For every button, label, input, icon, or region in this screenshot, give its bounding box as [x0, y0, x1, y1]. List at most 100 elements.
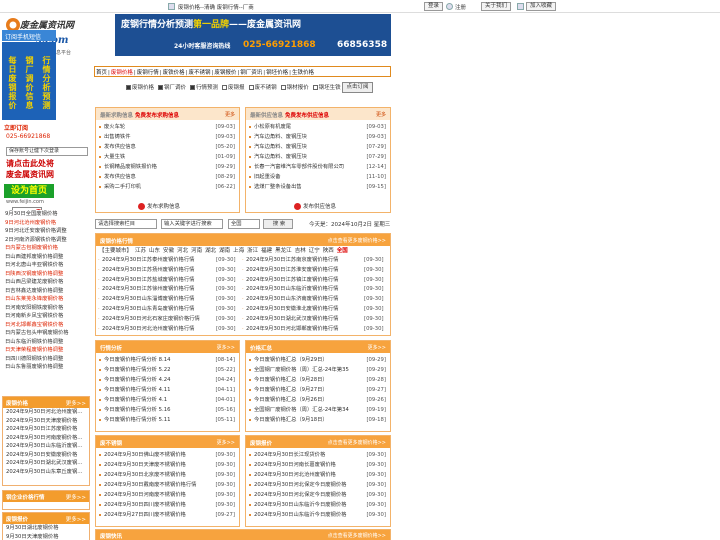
left-quote-item[interactable]: 9月30日天津废钢价格 [3, 533, 89, 540]
check-item[interactable]: 废钢报 [221, 85, 245, 91]
checkbox[interactable] [158, 85, 164, 90]
analysis-item[interactable]: 今日废钢价格行情分析 5.22 [05-22] [96, 365, 239, 375]
buy-item-title[interactable]: 大量生铁 [104, 154, 125, 160]
supply-item-title[interactable]: 选煤厂整条设备出售 [254, 184, 302, 190]
left-price-more[interactable]: 更多>> [66, 399, 86, 407]
supply-free-post[interactable]: 免费发布供应信息 [285, 113, 329, 119]
nav-item[interactable]: 钢厂资讯 [239, 70, 263, 76]
summary-item-title[interactable]: 今日废钢价格汇总（9月28日） [254, 377, 328, 383]
analysis-item[interactable]: 今日废钢价格行情分析 4.11 [04-11] [96, 385, 239, 395]
summary-item[interactable]: 全国钢厂废钢价格（周）汇总-24年第34 [09-19] [246, 405, 390, 415]
left-list-item[interactable]: 9日河北迁安废钢价格调整 [2, 227, 90, 236]
check-item[interactable]: 废钢价格 [125, 85, 154, 91]
post-buy-button[interactable]: 发布求购信息 [138, 202, 180, 212]
nav-item[interactable]: 废不锈钢 [188, 70, 212, 76]
region-link[interactable]: 2024年9月30日江苏盐城废钢价格行情 [102, 276, 194, 286]
left-price-item[interactable]: 2024年9月30日天津废钢价格 [3, 417, 89, 426]
region-more[interactable]: 点击查看更多废钢价格>> [328, 237, 386, 244]
analysis-item[interactable]: 今日废钢价格行情分析 8.14 [08-14] [96, 355, 239, 365]
nav-item[interactable]: 钢坯价格 [265, 70, 289, 76]
stainless-item-title[interactable]: 2024年9月30日天津废不锈钢价格 [104, 462, 186, 468]
left-list-item[interactable]: 9月30日全国废钢价格 [2, 210, 90, 219]
summary-item[interactable]: 今日废钢价格汇总（9月28日） [09-28] [246, 375, 390, 385]
supply-item-title[interactable]: 旧起重设备 [254, 174, 281, 180]
buy-item-title[interactable]: 废火车轮 [104, 124, 125, 130]
supply-item[interactable]: 汽车边角料、废钢压块 [09-03] [246, 132, 390, 142]
left-price-item[interactable]: 2024年9月30日江苏废钢价格 [3, 425, 89, 434]
city-link[interactable]: 湖北 [205, 248, 216, 254]
left-list-item[interactable]: 日四川德阳钢铁价格调整 [2, 355, 90, 364]
stainless-item-title[interactable]: 2024年9月27日四川废不锈钢价格 [104, 512, 186, 518]
quote-item-title[interactable]: 2024年9月30日河北保定今日废钢价格 [254, 492, 346, 498]
buy-item[interactable]: 出售铸铁件 [09-03] [96, 132, 239, 142]
city-link[interactable]: 辽宁 [309, 248, 320, 254]
region-link[interactable]: 2024年9月30日河北邯郸废钢价格行情 [246, 325, 338, 335]
float-subscribe-link[interactable]: 立即订阅 [4, 123, 28, 132]
region-link[interactable]: 2024年9月30日江苏南京废钢价格行情 [246, 256, 338, 266]
nav-item[interactable]: 废钢行情 [136, 70, 160, 76]
supply-item[interactable]: 汽车边角料、废钢压块 [07-29] [246, 142, 390, 152]
search-category-select[interactable]: 请选择搜索栏目 [95, 219, 157, 229]
check-item[interactable]: 钢坯生铁 [312, 85, 341, 91]
left-list-item[interactable]: 日山西建邦废钢价格调整 [2, 253, 90, 262]
region-link[interactable]: 2024年9月30日山东济南废钢价格行情 [246, 295, 338, 305]
quote-more[interactable]: 点击查看更多废钢价格>> [328, 439, 386, 446]
region-link[interactable]: 2024年9月30日江苏扬州废钢价格行情 [102, 266, 194, 276]
analysis-item-title[interactable]: 今日废钢价格行情分析 4.1 [104, 397, 167, 403]
checkbox[interactable] [248, 85, 254, 90]
left-list-item[interactable]: 日河北邯郸鑫宝钢铁价格 [2, 321, 90, 330]
stainless-item-title[interactable]: 2024年9月30日四川废不锈钢价格 [104, 502, 186, 508]
quote-item-title[interactable]: 2024年9月30日河南长葛废钢价格 [254, 462, 336, 468]
homepage-ad-2[interactable]: 废金属资讯网 [6, 169, 54, 180]
about-link[interactable]: 关于我们 [481, 2, 512, 11]
region-link[interactable]: 2024年9月30日河北石家庄废钢价格行情 [102, 315, 200, 325]
quote-item[interactable]: 2024年9月30日河北沧州废钢价格 [09-30] [246, 470, 390, 480]
left-quote-item[interactable]: 9月30日湖北废钢价格 [3, 524, 89, 533]
analysis-item-title[interactable]: 今日废钢价格行情分析 5.16 [104, 407, 170, 413]
left-list-item[interactable]: 日吉林鑫达废钢价格调整 [2, 287, 90, 296]
stainless-item-title[interactable]: 2024年9月30日戴南废不锈钢价格行情 [104, 482, 196, 488]
region-link[interactable]: 2024年9月30日安徽淮北废钢价格行情 [246, 305, 338, 315]
analysis-item-title[interactable]: 今日废钢价格行情分析 5.11 [104, 417, 170, 423]
left-list-item[interactable]: 日河北唐山丰亚钢铁价格 [2, 261, 90, 270]
nav-item[interactable]: 废钢价格 [110, 70, 134, 76]
quote-item[interactable]: 2024年9月30日山东临沂今日废钢价格 [09-30] [246, 510, 390, 520]
stainless-item[interactable]: 2024年9月30日戴南废不锈钢价格行情 [09-30] [96, 480, 239, 490]
homepage-ad-1[interactable]: 请点击此处将 [6, 158, 54, 169]
city-link[interactable]: 山东 [149, 248, 160, 254]
float-sms-panel[interactable]: 每日废钢报价 钢厂调价信息 行情分析预测 [2, 42, 56, 120]
register-link[interactable]: 注册 [455, 3, 466, 11]
subscribe-button[interactable]: 点击订阅 [342, 82, 373, 93]
bottom-more[interactable]: 点击查看更多废钢价格>> [328, 532, 386, 539]
summary-item[interactable]: 今日废钢价格汇总（9月27日） [09-27] [246, 385, 390, 395]
left-list-item[interactable]: 日河南安阳钢铁废钢价格 [2, 304, 90, 313]
set-homepage-button[interactable]: 设为首页 [4, 184, 54, 198]
region-link[interactable]: 2024年9月30日湖北武汉废钢价格行情 [246, 315, 338, 325]
analysis-item-title[interactable]: 今日废钢价格行情分析 4.24 [104, 377, 170, 383]
stainless-item[interactable]: 2024年9月30日佛山废不锈钢价格 [09-30] [96, 450, 239, 460]
nav-item[interactable]: 首页 [95, 70, 108, 76]
city-link[interactable]: 江苏 [135, 248, 146, 254]
checkbox[interactable] [190, 85, 196, 90]
left-list-item[interactable]: 日山东莱芜永锋废钢价格 [2, 295, 90, 304]
search-input[interactable]: 输入关键字进行搜索 [161, 219, 223, 229]
buy-item[interactable]: 采购二手打印机 [06-22] [96, 182, 239, 192]
left-list-item[interactable]: 日天津荣程废钢价格调整 [2, 346, 90, 355]
check-item[interactable]: 钢厂调价 [157, 85, 186, 91]
region-link[interactable]: 2024年9月30日江苏徐州废钢价格行情 [102, 285, 194, 295]
stainless-item-title[interactable]: 2024年9月30日河南废不锈钢价格 [104, 492, 186, 498]
region-link[interactable]: 2024年9月30日江苏泰州废钢价格行情 [102, 256, 194, 266]
left-mill-more[interactable]: 更多>> [66, 493, 86, 501]
supply-item[interactable]: 长春一汽富维汽车零部件股份有限公司 [12-14] [246, 162, 390, 172]
stainless-item-title[interactable]: 2024年9月30日北京废不锈钢价格 [104, 472, 186, 478]
left-list-item[interactable]: 日山东鲁丽废钢价格调整 [2, 363, 90, 372]
left-list-item[interactable]: 日内蒙古包头申钢废钢价格 [2, 329, 90, 338]
checkbox[interactable] [222, 85, 228, 90]
search-button[interactable]: 搜 索 [263, 219, 293, 229]
city-link[interactable]: 上海 [233, 248, 244, 254]
quote-item-title[interactable]: 2024年9月30日山东临沂今日废钢价格 [254, 512, 346, 518]
buy-more[interactable]: 更多 [225, 111, 235, 118]
stainless-item[interactable]: 2024年9月30日四川废不锈钢价格 [09-30] [96, 500, 239, 510]
left-price-item[interactable]: 2024年9月30日山东章丘废钢... [3, 468, 89, 477]
supply-item-title[interactable]: 汽车边角料、废钢压块 [254, 154, 307, 160]
